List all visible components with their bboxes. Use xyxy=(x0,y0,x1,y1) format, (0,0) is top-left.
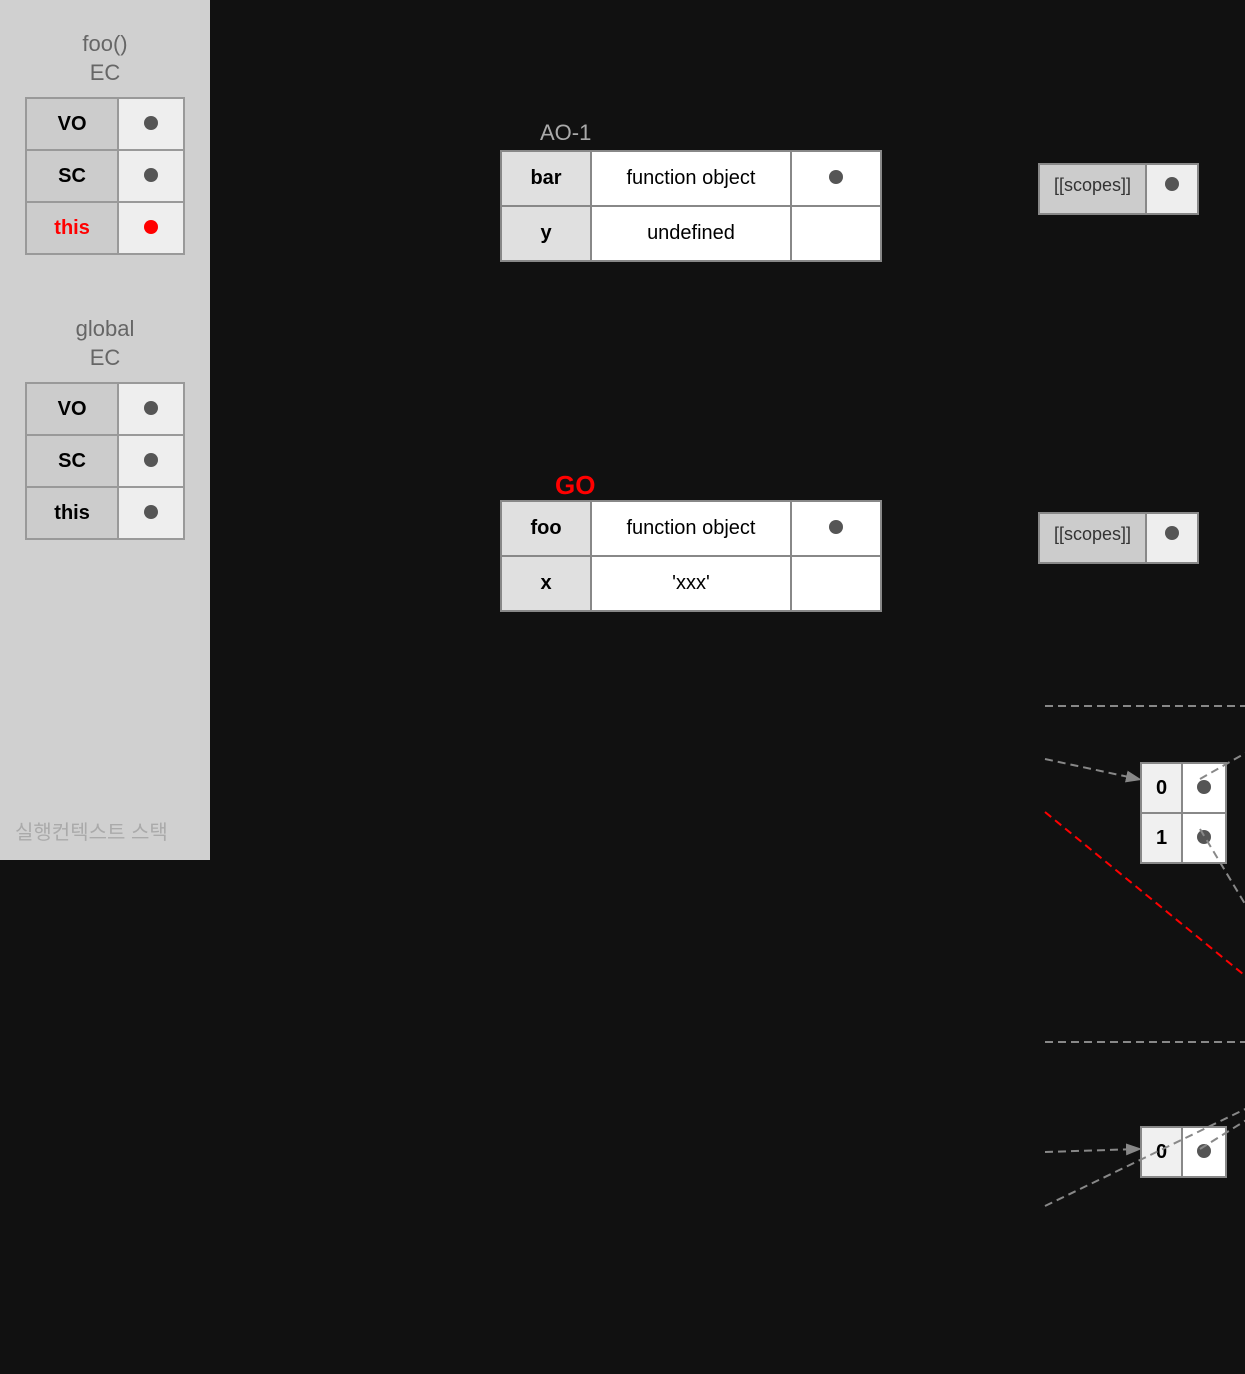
global-vo-label: VO xyxy=(26,383,118,435)
global-vo-dot xyxy=(118,383,184,435)
go-foo-key: foo xyxy=(501,501,591,556)
global-sc-dot xyxy=(118,435,184,487)
ao1-y-placeholder xyxy=(791,206,881,261)
go-foo-value: function object xyxy=(591,501,791,556)
foo-vo-dot xyxy=(118,98,184,150)
scopes2-dot xyxy=(1147,514,1197,562)
foo-vo-label: VO xyxy=(26,98,118,150)
ao1-bar-value: function object xyxy=(591,151,791,206)
go-label: GO xyxy=(555,470,595,501)
scopes2-label: [[scopes]] xyxy=(1040,514,1147,562)
scopes1-dot xyxy=(1147,165,1197,213)
stack-label: 실행컨텍스트 스택 xyxy=(15,816,168,845)
go-x-key: x xyxy=(501,556,591,611)
arrow-global-sc-arr xyxy=(1045,1149,1138,1152)
scopes1-label: [[scopes]] xyxy=(1040,165,1147,213)
scopes-box-1: [[scopes]] xyxy=(1038,163,1199,215)
ao1-y-value: undefined xyxy=(591,206,791,261)
foo-sc-dot xyxy=(118,150,184,202)
foo-sc-array: 0 1 xyxy=(1140,762,1227,864)
global-sc-array: 0 xyxy=(1140,1126,1227,1178)
ao1-y-key: y xyxy=(501,206,591,261)
foo-this-label: this xyxy=(26,202,118,254)
left-panel: foo()EC VO SC this globalEC VO SC this 실… xyxy=(0,0,210,860)
arrows-svg xyxy=(1040,514,1245,1374)
go-foo-dot xyxy=(791,501,881,556)
main-area: AO-1 bar function object y undefined GO … xyxy=(210,0,1245,860)
foo-ec-table: VO SC this xyxy=(25,97,185,255)
global-sc-label: SC xyxy=(26,435,118,487)
foo-sc-arr-1-label: 1 xyxy=(1141,813,1182,863)
go-x-placeholder xyxy=(791,556,881,611)
ao1-label: AO-1 xyxy=(540,120,591,146)
foo-sc-arr-1-dot xyxy=(1182,813,1226,863)
global-this-label: this xyxy=(26,487,118,539)
global-sc-arr-0-dot xyxy=(1182,1127,1226,1177)
global-ec-label: globalEC xyxy=(76,315,135,372)
ao1-bar-key: bar xyxy=(501,151,591,206)
foo-sc-arr-0-dot xyxy=(1182,763,1226,813)
scopes-box-2: [[scopes]] 0 1 0 xyxy=(1038,512,1199,564)
ao1-table: bar function object y undefined xyxy=(500,150,882,262)
ao1-bar-dot xyxy=(791,151,881,206)
arrow-foo-sc-arr xyxy=(1045,759,1138,779)
global-sc-arr-0-label: 0 xyxy=(1141,1127,1182,1177)
foo-ec-label: foo()EC xyxy=(82,30,127,87)
foo-sc-label: SC xyxy=(26,150,118,202)
go-table: foo function object x 'xxx' xyxy=(500,500,882,612)
go-x-value: 'xxx' xyxy=(591,556,791,611)
global-this-dot xyxy=(118,487,184,539)
foo-this-dot xyxy=(118,202,184,254)
foo-sc-arr-0-label: 0 xyxy=(1141,763,1182,813)
global-ec-table: VO SC this xyxy=(25,382,185,540)
